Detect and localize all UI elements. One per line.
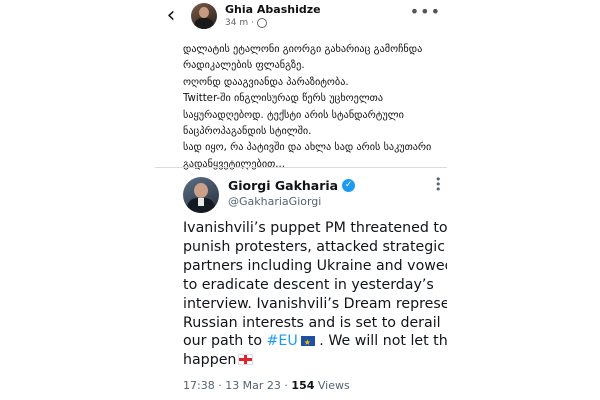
post-line: რადიკალების ფლანგზე. bbox=[183, 60, 305, 72]
tweet-line: punish protesters, attacked strategic bbox=[183, 238, 446, 255]
globe-icon bbox=[256, 18, 267, 28]
eu-flag-icon bbox=[300, 334, 315, 353]
tweet-line: to eradicate descent in yesterday’s bbox=[183, 276, 434, 293]
embedded-tweet[interactable]: Giorgi Gakharia ✓ @GakhariaGiorgi • • • Iv… bbox=[155, 167, 447, 400]
tweet-line: our path to #EU . We will not let this bbox=[183, 332, 447, 353]
post-header: ‹ Ghia Abashidze 34 m · ••• bbox=[155, 0, 447, 34]
tweet-author-name[interactable]: Giorgi Gakharia ✓ bbox=[228, 178, 356, 193]
divider bbox=[155, 167, 447, 168]
author-name[interactable]: Ghia Abashidze bbox=[225, 3, 321, 16]
post-line: საყურადღებოდ. ტექსტი არის სტანდარტული bbox=[183, 109, 404, 121]
tweet-line: partners including Ukraine and vowed bbox=[183, 257, 447, 274]
views-count: 154 bbox=[291, 379, 315, 392]
more-options-icon[interactable]: ••• bbox=[410, 2, 441, 21]
post-text: დალატის ეტალონი გიორგი გახარიაც გამოჩნდა… bbox=[183, 42, 445, 173]
tweet-line: interview. Ivanishvili’s Dream represent… bbox=[183, 295, 447, 312]
author-avatar[interactable] bbox=[191, 3, 217, 29]
tweet-avatar[interactable] bbox=[183, 177, 219, 213]
hashtag-link[interactable]: #EU bbox=[267, 333, 298, 349]
post-line: დალატის ეტალონი გიორგი გახარიაც გამოჩნდა bbox=[183, 44, 423, 55]
tweet-handle[interactable]: @GakhariaGiorgi bbox=[228, 195, 321, 208]
more-vertical-icon[interactable]: • • • bbox=[435, 174, 442, 195]
tweet-line: happen bbox=[183, 351, 447, 370]
tweet-footer: 17:38 · 13 Mar 23 · 154 Views bbox=[183, 379, 350, 392]
post-meta: 34 m · bbox=[225, 18, 267, 28]
tweet-line: Russian interests and is set to derail bbox=[183, 314, 441, 331]
facebook-post-screen: ‹ Ghia Abashidze 34 m · ••• დალატის ეტალ… bbox=[155, 0, 447, 400]
verified-badge-icon: ✓ bbox=[342, 179, 356, 192]
tweet-timestamp[interactable]: 17:38 · 13 Mar 23 · bbox=[183, 379, 291, 392]
post-line: Twitter-ში ინგლისურად წერს უცხოელთა bbox=[183, 93, 384, 105]
post-line: სად იყო, რა პატივში და ახლა სად არის საკ… bbox=[183, 142, 432, 154]
post-line: ნაცპროპაგანდის სტილში. bbox=[183, 126, 312, 138]
tweet-text: Ivanishvili’s puppet PM threatened to pu… bbox=[183, 219, 447, 370]
post-time: 34 m bbox=[225, 18, 249, 28]
views-label: Views bbox=[314, 379, 350, 392]
post-line: ოღონდ დააგვიანდა პარაზიტობა. bbox=[183, 76, 349, 88]
georgia-flag-icon bbox=[238, 354, 254, 366]
tweet-line: Ivanishvili’s puppet PM threatened to bbox=[183, 220, 447, 236]
back-icon[interactable]: ‹ bbox=[159, 4, 183, 28]
